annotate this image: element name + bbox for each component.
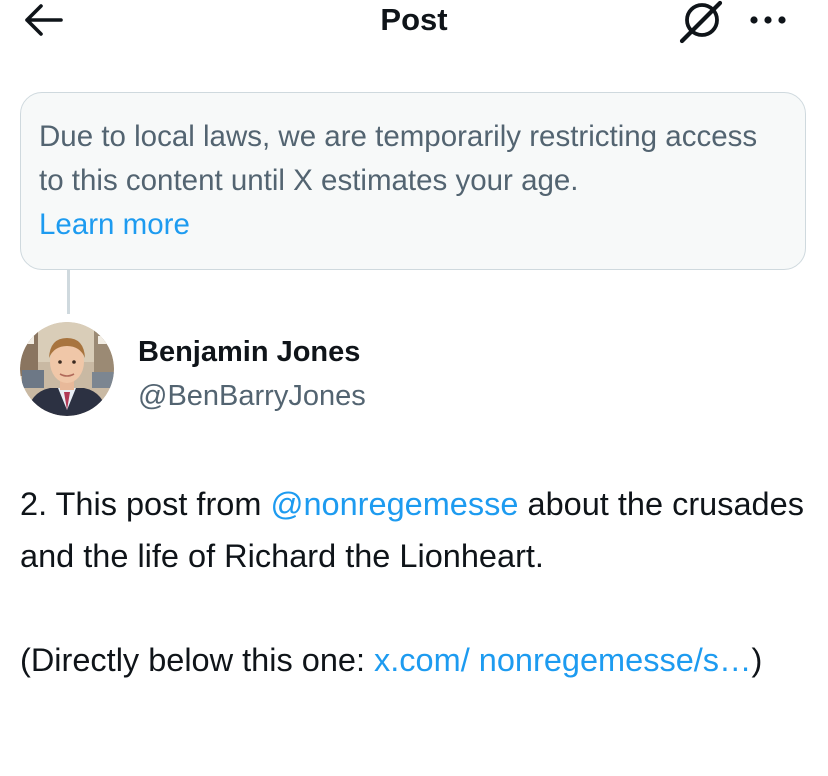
more-horizontal-icon xyxy=(750,16,786,24)
avatar[interactable] xyxy=(20,322,114,416)
post-text: 2. This post from @nonregemesse about th… xyxy=(20,478,820,686)
avatar-image xyxy=(20,322,114,416)
notice-text: Due to local laws, we are temporarily re… xyxy=(39,120,758,197)
author-handle[interactable]: @BenBarryJones xyxy=(138,378,366,414)
more-options-button[interactable] xyxy=(740,0,796,40)
age-restriction-notice: Due to local laws, we are temporarily re… xyxy=(20,92,806,270)
post-paragraph-2: (Directly below this one: x.com/ nonrege… xyxy=(20,634,820,686)
learn-more-link[interactable]: Learn more xyxy=(39,203,787,247)
post-text-segment: 2. This post from xyxy=(20,486,271,522)
thread-connector-line xyxy=(67,270,70,314)
grok-icon xyxy=(679,0,723,44)
author-name[interactable]: Benjamin Jones xyxy=(138,334,360,370)
post-text-segment: (Directly below this one: xyxy=(20,642,375,678)
top-bar: Post xyxy=(0,0,828,44)
grok-button[interactable] xyxy=(676,0,726,44)
mention-link[interactable]: @nonregemesse xyxy=(270,486,518,522)
post-paragraph-1: 2. This post from @nonregemesse about th… xyxy=(20,478,820,582)
post-text-segment: ) xyxy=(751,642,763,678)
url-link[interactable]: x.com/ nonregemesse/s… xyxy=(374,642,752,678)
